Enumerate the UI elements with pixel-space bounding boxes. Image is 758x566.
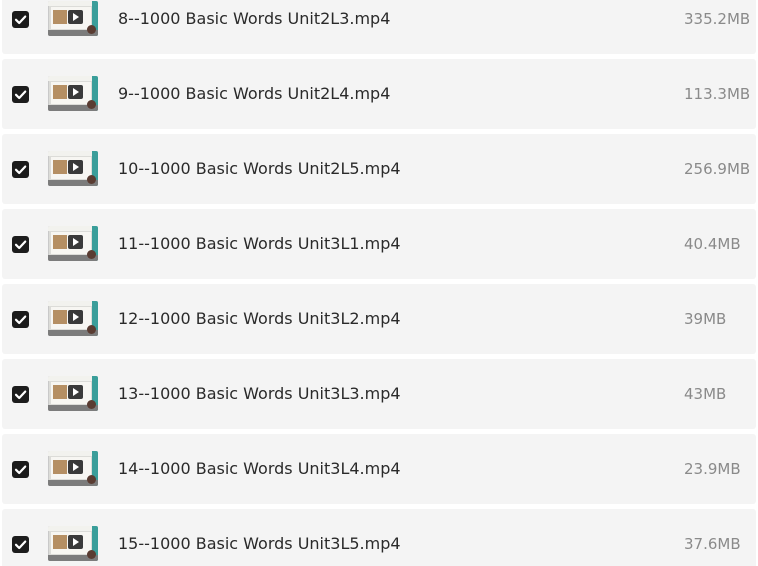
checkmark-icon: [14, 315, 27, 325]
video-thumbnail-icon[interactable]: [48, 451, 98, 486]
file-size: 335.2MB: [684, 10, 751, 28]
file-size: 40.4MB: [684, 235, 741, 253]
file-size: 256.9MB: [684, 160, 751, 178]
file-size: 39MB: [684, 310, 727, 328]
file-checkbox[interactable]: [12, 161, 29, 178]
file-name[interactable]: 13--1000 Basic Words Unit3L3.mp4: [118, 359, 401, 429]
file-checkbox[interactable]: [12, 86, 29, 103]
file-checkbox[interactable]: [12, 461, 29, 478]
file-row[interactable]: 14--1000 Basic Words Unit3L4.mp4 23.9MB: [2, 434, 756, 504]
file-checkbox[interactable]: [12, 236, 29, 253]
checkmark-icon: [14, 90, 27, 100]
video-thumbnail-icon[interactable]: [48, 226, 98, 261]
file-checkbox[interactable]: [12, 536, 29, 553]
video-thumbnail-icon[interactable]: [48, 376, 98, 411]
checkmark-icon: [14, 240, 27, 250]
file-size: 43MB: [684, 385, 727, 403]
file-checkbox[interactable]: [12, 311, 29, 328]
file-name[interactable]: 10--1000 Basic Words Unit2L5.mp4: [118, 134, 401, 204]
checkmark-icon: [14, 465, 27, 475]
file-row[interactable]: 12--1000 Basic Words Unit3L2.mp4 39MB: [2, 284, 756, 354]
video-thumbnail-icon[interactable]: [48, 76, 98, 111]
file-list: 8--1000 Basic Words Unit2L3.mp4 335.2MB …: [0, 0, 758, 566]
file-name[interactable]: 11--1000 Basic Words Unit3L1.mp4: [118, 209, 401, 279]
file-row[interactable]: 13--1000 Basic Words Unit3L3.mp4 43MB: [2, 359, 756, 429]
checkmark-icon: [14, 165, 27, 175]
video-thumbnail-icon[interactable]: [48, 1, 98, 36]
file-name[interactable]: 14--1000 Basic Words Unit3L4.mp4: [118, 434, 401, 504]
file-name[interactable]: 9--1000 Basic Words Unit2L4.mp4: [118, 59, 390, 129]
video-thumbnail-icon[interactable]: [48, 526, 98, 561]
video-thumbnail-icon[interactable]: [48, 151, 98, 186]
video-thumbnail-icon[interactable]: [48, 301, 98, 336]
file-size: 37.6MB: [684, 535, 741, 553]
file-row[interactable]: 15--1000 Basic Words Unit3L5.mp4 37.6MB: [2, 509, 756, 566]
file-name[interactable]: 12--1000 Basic Words Unit3L2.mp4: [118, 284, 401, 354]
file-size: 113.3MB: [684, 85, 751, 103]
file-name[interactable]: 8--1000 Basic Words Unit2L3.mp4: [118, 0, 390, 54]
file-row[interactable]: 10--1000 Basic Words Unit2L5.mp4 256.9MB: [2, 134, 756, 204]
file-checkbox[interactable]: [12, 11, 29, 28]
file-row[interactable]: 11--1000 Basic Words Unit3L1.mp4 40.4MB: [2, 209, 756, 279]
file-name[interactable]: 15--1000 Basic Words Unit3L5.mp4: [118, 509, 401, 566]
checkmark-icon: [14, 540, 27, 550]
file-size: 23.9MB: [684, 460, 741, 478]
file-row[interactable]: 9--1000 Basic Words Unit2L4.mp4 113.3MB: [2, 59, 756, 129]
checkmark-icon: [14, 15, 27, 25]
file-checkbox[interactable]: [12, 386, 29, 403]
file-row[interactable]: 8--1000 Basic Words Unit2L3.mp4 335.2MB: [2, 0, 756, 54]
checkmark-icon: [14, 390, 27, 400]
